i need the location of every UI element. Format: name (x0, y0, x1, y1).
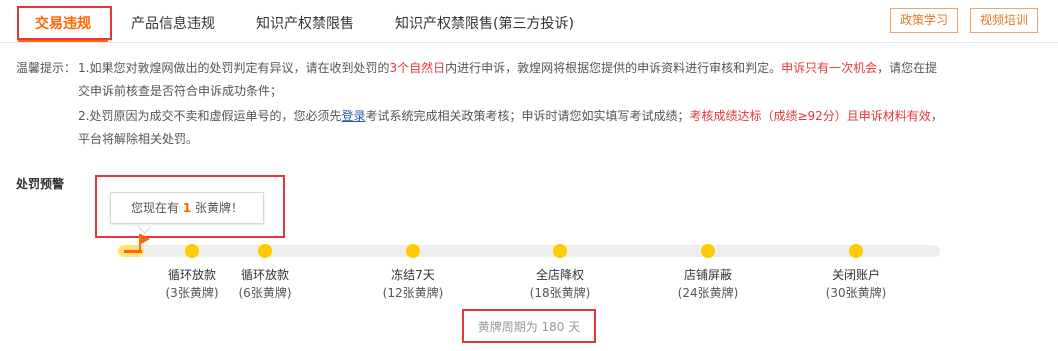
notice-text: 2.处罚原因为成交不卖和虚假运单号的，您必须先 (78, 109, 342, 123)
step-item: 冻结7天 (12张黄牌) (368, 266, 458, 302)
yellow-card-tooltip: 您现在有 1 张黄牌！ (110, 192, 264, 224)
step-item: 关闭账户 (30张黄牌) (811, 266, 901, 302)
step-item: 全店降权 (18张黄牌) (515, 266, 605, 302)
step-count: (24张黄牌) (677, 286, 739, 300)
step-dot (701, 244, 715, 258)
notice-label: 温馨提示： (16, 61, 77, 75)
step-label: 全店降权 (535, 268, 584, 282)
step-label: 循环放款 (240, 268, 289, 282)
notice-line-4: 平台将解除相关处罚。 (78, 132, 199, 146)
tab-ip-restricted[interactable]: 知识产权禁限售 (256, 13, 354, 33)
notice-text: 1.如果您对敦煌网做出的处罚判定有异议，请在收到处罚的 (78, 61, 390, 75)
step-dot (553, 244, 567, 258)
notice-text: ，请您在提 (877, 61, 938, 75)
step-dot (258, 244, 272, 258)
notice-line-1: 1.如果您对敦煌网做出的处罚判定有异议，请在收到处罚的3个自然日内进行申诉，敦煌… (78, 59, 937, 76)
punishment-warning-title: 处罚预警 (16, 177, 65, 191)
step-item: 店铺屏蔽 (24张黄牌) (663, 266, 753, 302)
notice-highlight-score: 考核成绩达标（成绩≥92分）且申诉材料有效 (689, 109, 931, 123)
step-dot (406, 244, 420, 258)
tooltip-text: 张黄牌！ (191, 201, 243, 215)
tooltip-text: 您现在有 (130, 201, 183, 215)
step-count: (18张黄牌) (529, 286, 591, 300)
step-dot (849, 244, 863, 258)
video-training-button[interactable]: 视频培训 (970, 8, 1038, 33)
progress-track (118, 245, 940, 257)
step-dot (185, 244, 199, 258)
step-label: 店铺屏蔽 (683, 268, 732, 282)
step-label: 冻结7天 (391, 268, 435, 282)
notice-highlight-one-chance: 申诉只有一次机会 (781, 61, 878, 75)
step-item: 循环放款 (6张黄牌) (220, 266, 310, 302)
yellow-card-count: 1 (182, 201, 192, 215)
step-count: (12张黄牌) (382, 286, 444, 300)
tab-ip-restricted-third-party[interactable]: 知识产权禁限售(第三方投诉) (395, 13, 574, 33)
tab-bar: 交易违规 产品信息违规 知识产权禁限售 知识产权禁限售(第三方投诉) 政策学习 … (0, 0, 1058, 43)
notice-line-3: 2.处罚原因为成交不卖和虚假运单号的，您必须先登录考试系统完成相关政策考核；申诉… (78, 107, 943, 124)
step-count: (30张黄牌) (825, 286, 887, 300)
flag-base (124, 250, 142, 253)
flag-icon (141, 234, 150, 244)
notice-text: ， (930, 109, 943, 123)
step-count: (6张黄牌) (238, 286, 292, 300)
login-link[interactable]: 登录 (341, 109, 365, 123)
highlight-box-period (462, 309, 596, 343)
policy-study-button[interactable]: 政策学习 (890, 8, 958, 33)
tab-product-info-violation[interactable]: 产品信息违规 (131, 13, 215, 33)
notice-text: 内进行申诉，敦煌网将根据您提供的申诉资料进行审核和判定。 (445, 61, 782, 75)
step-label: 关闭账户 (831, 268, 880, 282)
notice-text: 考试系统完成相关政策考核；申诉时请您如实填写考试成绩； (365, 109, 690, 123)
notice-highlight-days: 3个自然日 (389, 61, 446, 75)
notice-line-2: 交申诉前核查是否符合申诉成功条件； (78, 84, 283, 98)
highlight-box-active-tab (17, 6, 112, 40)
